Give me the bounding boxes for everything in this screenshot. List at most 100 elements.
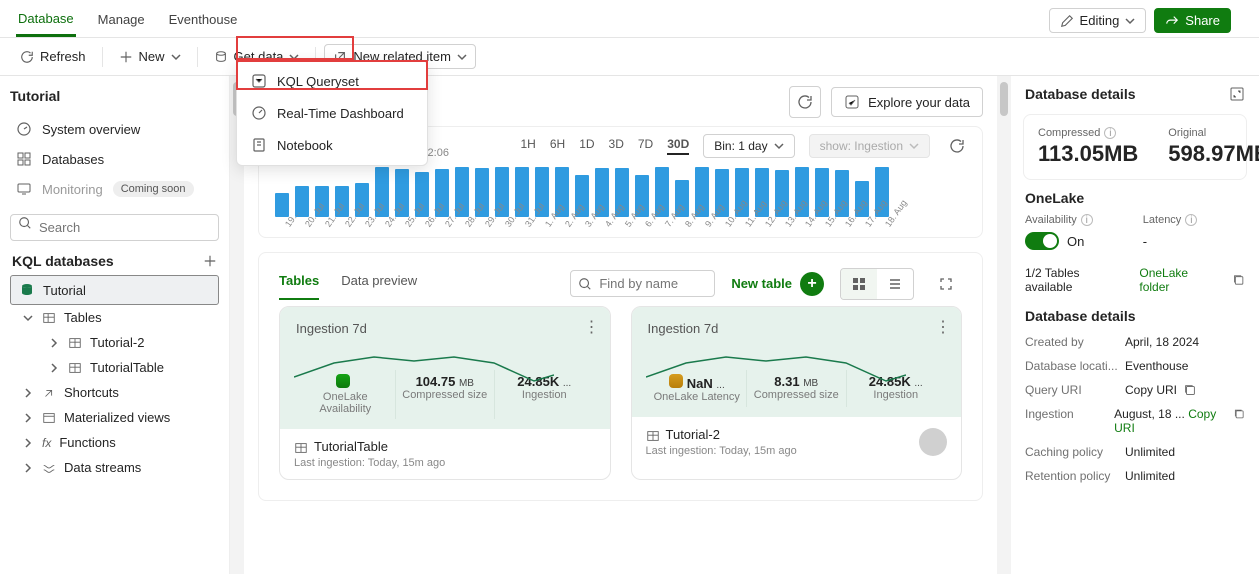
tree-data-streams[interactable]: Data streams [10, 455, 219, 480]
view-list-button[interactable] [877, 269, 913, 299]
tree-tutorial-2-label: Tutorial-2 [90, 335, 144, 350]
availability-on: On [1067, 234, 1084, 249]
tree-shortcuts-label: Shortcuts [64, 385, 119, 400]
tab-eventhouse[interactable]: Eventhouse [167, 6, 240, 35]
avatar [919, 428, 947, 456]
copy-icon[interactable] [1183, 383, 1197, 397]
detail-row: IngestionAugust, 18 ... Copy URI [1025, 402, 1245, 440]
matview-icon [42, 411, 56, 425]
copy-icon[interactable] [1233, 407, 1245, 421]
fullscreen-icon [938, 276, 954, 292]
latency-value: - [1143, 234, 1198, 249]
search-input[interactable] [10, 214, 219, 241]
separator [197, 47, 198, 67]
range-7D[interactable]: 7D [638, 137, 653, 155]
info-icon[interactable]: i [1185, 214, 1197, 226]
share-label: Share [1185, 13, 1220, 28]
shortcut-icon [42, 386, 56, 400]
refresh-icon [949, 138, 965, 154]
tree-tutorial-2[interactable]: Tutorial-2 [10, 330, 219, 355]
sparkline-icon [294, 351, 554, 387]
new-related-dropdown: KQL Queryset Real-Time Dashboard Noteboo… [236, 60, 428, 166]
refresh-center-button[interactable] [789, 86, 821, 118]
range-1H[interactable]: 1H [521, 137, 536, 155]
chevron-down-icon [23, 313, 33, 323]
info-icon[interactable]: i [1081, 214, 1093, 226]
nav-monitoring: Monitoring Coming soon [10, 174, 219, 204]
chevron-down-icon [909, 141, 919, 151]
range-3D[interactable]: 3D [609, 137, 624, 155]
range-30D[interactable]: 30D [667, 137, 689, 155]
view-grid-button[interactable] [841, 269, 877, 299]
new-table-button[interactable]: New table + [731, 272, 824, 296]
range-6H[interactable]: 6H [550, 137, 565, 155]
tree-functions[interactable]: fx Functions [10, 430, 219, 455]
share-icon [1165, 14, 1179, 28]
monitor-icon [16, 181, 32, 197]
queryset-icon [251, 73, 267, 89]
tree-tables[interactable]: Tables [10, 305, 219, 330]
card-more-button[interactable]: ⋮ [584, 317, 600, 337]
table-card[interactable]: ⋮Ingestion 7dOneLake Availability104.75 … [279, 306, 611, 480]
nav-monitoring-label: Monitoring [42, 182, 103, 197]
menu-kql-label: KQL Queryset [277, 74, 359, 89]
refresh-icon [20, 50, 34, 64]
histogram-refresh-button[interactable] [944, 133, 970, 159]
plus-icon[interactable] [203, 254, 217, 268]
info-icon[interactable]: i [1104, 127, 1116, 139]
bin-selector[interactable]: Bin: 1 day [703, 134, 794, 158]
share-button[interactable]: Share [1154, 8, 1231, 33]
tab-manage[interactable]: Manage [96, 6, 147, 35]
pencil-icon [1060, 14, 1074, 28]
db-details-header: Database details [1025, 308, 1245, 324]
chevron-right-icon [23, 438, 33, 448]
tree-tutorialtable-label: TutorialTable [90, 360, 164, 375]
nav-databases[interactable]: Databases [10, 144, 219, 174]
latency-label: Latency [1143, 214, 1182, 226]
onelake-folder-link[interactable]: OneLake folder [1139, 266, 1217, 294]
show-selector[interactable]: show: Ingestion [809, 134, 930, 158]
menu-dashboard-label: Real-Time Dashboard [277, 106, 404, 121]
card-more-button[interactable]: ⋮ [935, 317, 951, 337]
card-title: Ingestion 7d [648, 321, 946, 336]
list-icon [887, 276, 903, 292]
copy-icon[interactable] [1232, 273, 1245, 287]
expand-panel-icon[interactable] [1229, 86, 1245, 102]
subtab-preview[interactable]: Data preview [341, 267, 417, 300]
copy-uri-link[interactable]: Copy URI [1114, 407, 1216, 435]
tree-streams-label: Data streams [64, 460, 141, 475]
menu-dashboard[interactable]: Real-Time Dashboard [237, 97, 427, 129]
editing-button[interactable]: Editing [1049, 8, 1147, 33]
tables-icon [42, 311, 56, 325]
menu-notebook[interactable]: Notebook [237, 129, 427, 161]
bin-label: Bin: 1 day [714, 139, 767, 153]
subtab-tables[interactable]: Tables [279, 267, 319, 300]
db-tutorial[interactable]: Tutorial [10, 275, 219, 305]
tab-database[interactable]: Database [16, 5, 76, 37]
tree-functions-label: Functions [59, 435, 115, 450]
tree-materialized-views[interactable]: Materialized views [10, 405, 219, 430]
menu-kql-queryset[interactable]: KQL Queryset [237, 65, 427, 97]
card-last-ingestion: Last ingestion: Today, 15m ago [294, 457, 596, 469]
new-button[interactable]: New [111, 45, 189, 68]
dashboard-icon [251, 105, 267, 121]
chevron-right-icon [23, 463, 33, 473]
availability-toggle[interactable] [1025, 232, 1059, 250]
original-label: Original [1168, 127, 1259, 139]
table-icon [68, 361, 82, 375]
left-title: Tutorial [10, 88, 219, 104]
tree-shortcuts[interactable]: Shortcuts [10, 380, 219, 405]
refresh-button[interactable]: Refresh [12, 45, 94, 68]
table-card[interactable]: ⋮Ingestion 7dNaN ...OneLake Latency8.31 … [631, 306, 963, 480]
explore-your-data-button[interactable]: Explore your data [831, 87, 983, 117]
scrollbar-center-panel[interactable] [997, 76, 1011, 574]
tree-tutorialtable[interactable]: TutorialTable [10, 355, 219, 380]
database-arrow-icon [214, 50, 228, 64]
fullscreen-button[interactable] [930, 268, 962, 300]
compressed-value: 113.05MB [1038, 141, 1138, 167]
nav-overview-label: System overview [42, 122, 140, 137]
nav-system-overview[interactable]: System overview [10, 114, 219, 144]
range-1D[interactable]: 1D [579, 137, 594, 155]
copy-uri-link[interactable]: Copy URI [1125, 383, 1177, 397]
histogram-xaxis: 19…20. Jul21. Jul22. Jul23. Jul24. Jul25… [275, 219, 966, 229]
